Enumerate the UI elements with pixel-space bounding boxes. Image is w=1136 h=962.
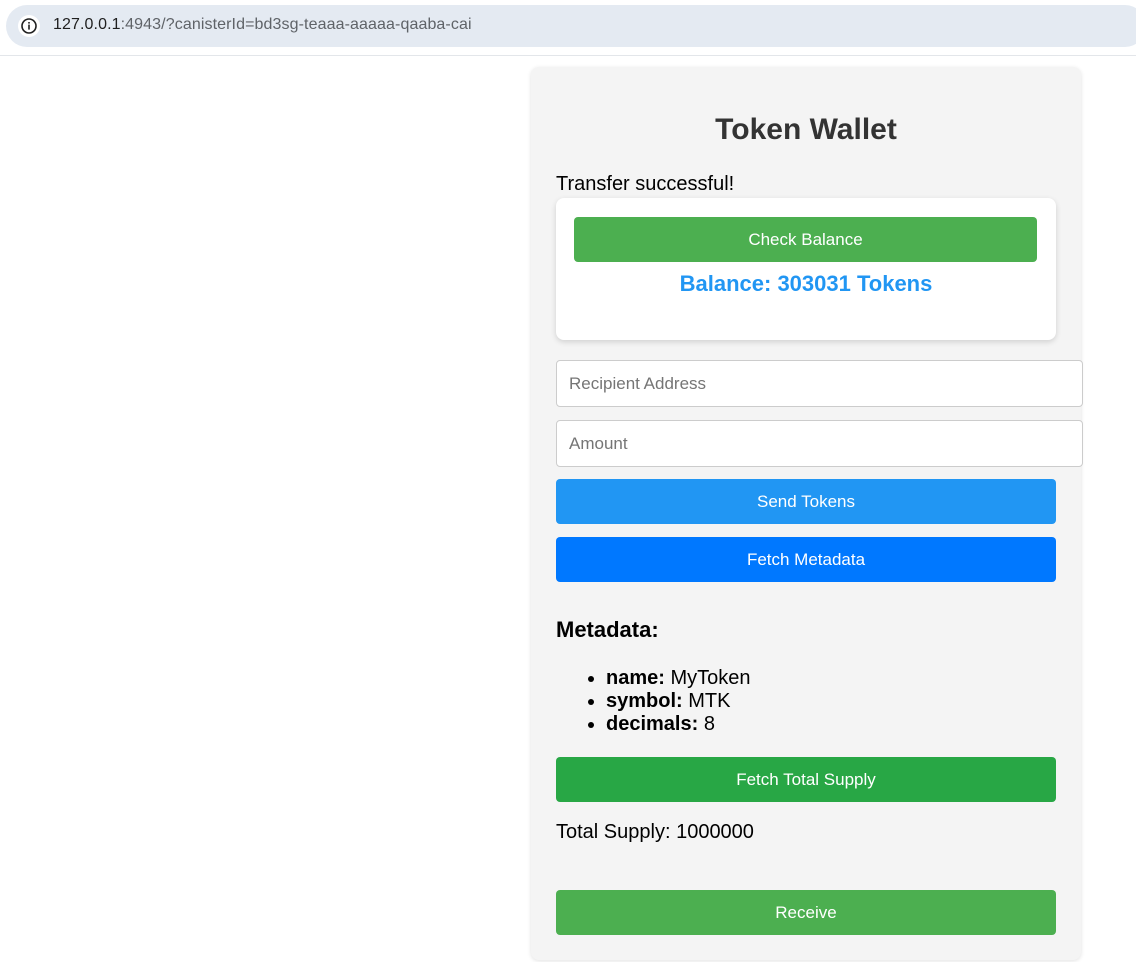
receive-button[interactable]: Receive: [556, 890, 1056, 935]
metadata-key: decimals:: [606, 713, 699, 735]
fetch-metadata-button[interactable]: Fetch Metadata: [556, 537, 1056, 582]
info-icon[interactable]: [18, 15, 40, 37]
metadata-value: MyToken: [670, 667, 751, 689]
metadata-item-name: name: MyToken: [606, 667, 751, 690]
url-text[interactable]: 127.0.0.1:4943/?canisterId=bd3sg-teaaa-a…: [53, 16, 472, 34]
metadata-key: name:: [606, 667, 665, 689]
balance-display: Balance: 303031 Tokens: [679, 271, 933, 296]
metadata-item-symbol: symbol: MTK: [606, 690, 751, 713]
metadata-key: symbol:: [606, 690, 683, 712]
address-bar[interactable]: 127.0.0.1:4943/?canisterId=bd3sg-teaaa-a…: [6, 5, 1136, 47]
metadata-value: MTK: [688, 690, 731, 712]
send-tokens-button[interactable]: Send Tokens: [556, 479, 1056, 524]
metadata-value: 8: [703, 713, 715, 735]
browser-toolbar: 127.0.0.1:4943/?canisterId=bd3sg-teaaa-a…: [0, 0, 1136, 56]
status-message: Transfer successful!: [556, 173, 735, 195]
metadata-list: name: MyToken symbol: MTK decimals: 8: [556, 667, 751, 736]
metadata-heading: Metadata:: [556, 617, 659, 642]
url-host: 127.0.0.1: [53, 16, 121, 33]
fetch-total-supply-button[interactable]: Fetch Total Supply: [556, 757, 1056, 802]
metadata-item-decimals: decimals: 8: [606, 713, 751, 736]
total-supply-display: Total Supply: 1000000: [556, 821, 754, 843]
amount-input[interactable]: [556, 420, 1083, 467]
url-path: :4943/?canisterId=bd3sg-teaaa-aaaaa-qaab…: [120, 16, 472, 33]
recipient-address-input[interactable]: [556, 360, 1083, 407]
check-balance-button[interactable]: Check Balance: [574, 217, 1037, 262]
page-title: Token Wallet: [715, 113, 897, 146]
